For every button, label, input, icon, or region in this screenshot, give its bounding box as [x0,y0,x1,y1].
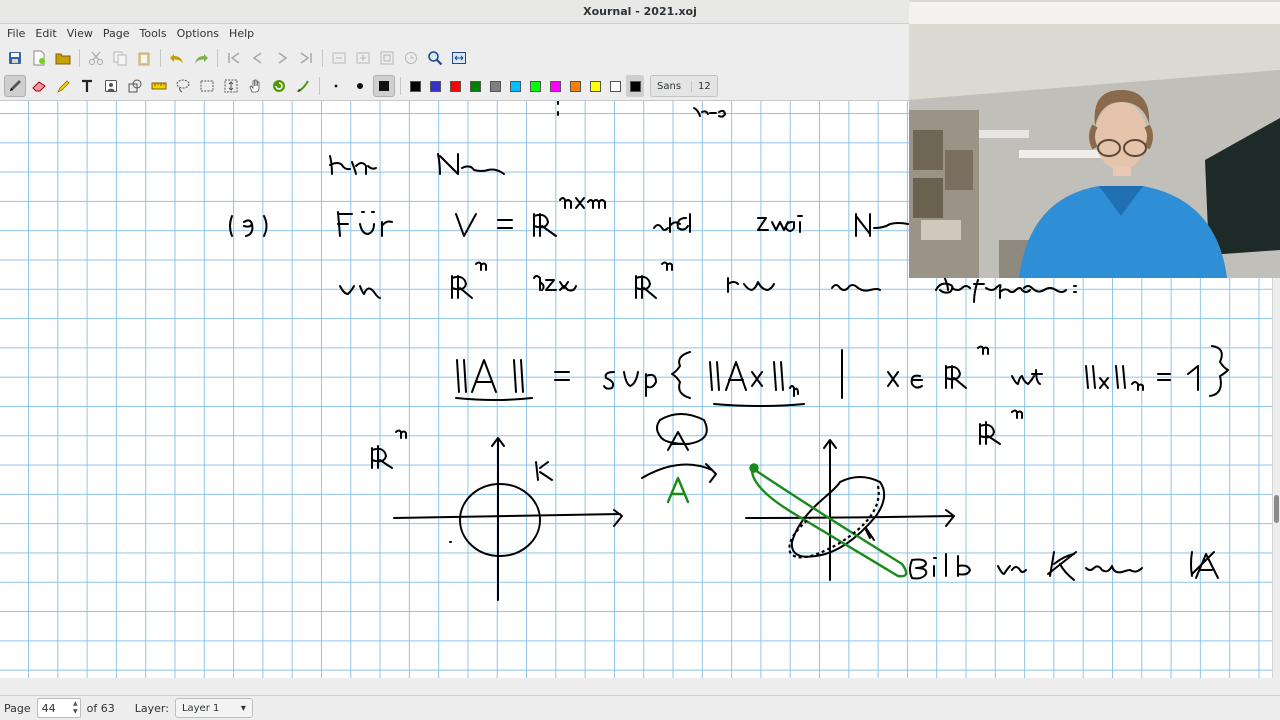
thin-pen-size-icon[interactable] [325,75,347,97]
vertical-space-icon[interactable] [220,75,242,97]
color-magenta[interactable] [546,75,564,97]
zoom-page-icon[interactable] [376,47,398,69]
menu-help[interactable]: Help [224,24,259,44]
color-black[interactable] [406,75,424,97]
toolbar-separator [217,49,218,67]
recognizer-icon[interactable] [268,75,290,97]
color-orange[interactable] [566,75,584,97]
fullscreen-icon[interactable] [448,47,470,69]
last-page-icon[interactable] [295,47,317,69]
thick-pen-size-icon[interactable] [373,75,395,97]
color-blue[interactable] [426,75,444,97]
page-label: Page [4,701,31,715]
status-bar: Page 44 ▲ ▼ of 63 Layer: Layer 1 ▾ [0,695,1280,720]
color-swatch [529,80,541,92]
color-swatch [629,80,641,92]
page-number-input[interactable]: 44 ▲ ▼ [36,698,81,718]
first-page-icon[interactable] [223,47,245,69]
color-swatch [409,80,421,92]
color-swatch [429,80,441,92]
image-icon[interactable] [100,75,122,97]
highlighter-icon[interactable] [52,75,74,97]
spin-down-icon[interactable]: ▼ [73,708,78,716]
menu-options[interactable]: Options [172,24,224,44]
menu-page[interactable]: Page [98,24,135,44]
layer-label: Layer: [134,701,169,715]
color-swatch [469,80,481,92]
layer-value: Layer 1 [181,702,220,714]
toolbar-separator [319,77,320,95]
lasso-select-icon[interactable] [172,75,194,97]
open-icon[interactable] [52,47,74,69]
save-icon[interactable] [4,47,26,69]
toolbar-separator [322,49,323,67]
toolbar-separator [400,77,401,95]
color-yellow[interactable] [586,75,604,97]
paste-icon[interactable] [133,47,155,69]
toolbar-separator [160,49,161,67]
medium-pen-size-icon[interactable] [349,75,371,97]
spin-up-icon[interactable]: ▲ [73,700,78,708]
zoom-in-icon[interactable] [352,47,374,69]
new-page-icon[interactable] [28,47,50,69]
color-red[interactable] [446,75,464,97]
toolbar-separator [79,49,80,67]
font-name: Sans [657,80,682,92]
scrollbar-thumb[interactable] [1274,495,1279,523]
color-white[interactable] [606,75,624,97]
eraser-icon[interactable] [28,75,50,97]
rect-select-icon[interactable] [196,75,218,97]
copy-icon[interactable] [109,47,131,69]
menu-edit[interactable]: Edit [30,24,61,44]
menu-tools[interactable]: Tools [134,24,171,44]
pen-icon[interactable] [4,75,26,97]
text-icon[interactable] [76,75,98,97]
font-size: 12 [691,80,711,92]
color-light-green[interactable] [526,75,544,97]
color-green[interactable] [466,75,484,97]
menu-file[interactable]: File [2,24,30,44]
color-current[interactable] [626,75,644,97]
zoom-normal-icon[interactable] [400,47,422,69]
color-swatch [609,80,621,92]
menu-view[interactable]: View [62,24,98,44]
zoom-out-icon[interactable] [328,47,350,69]
layer-select[interactable]: Layer 1 ▾ [174,698,253,718]
next-page-icon[interactable] [271,47,293,69]
shape-icon[interactable] [124,75,146,97]
color-swatch [589,80,601,92]
color-gray[interactable] [486,75,504,97]
default-pen-icon[interactable] [292,75,314,97]
previous-page-icon[interactable] [247,47,269,69]
color-swatch [449,80,461,92]
font-button[interactable]: Sans 12 [650,75,718,97]
page-total: of 63 [86,701,115,715]
webcam-picture [909,0,1280,278]
redo-icon[interactable] [190,47,212,69]
webcam-overlay [909,0,1280,278]
dropdown-arrow-icon: ▾ [240,702,246,714]
color-light-blue[interactable] [506,75,524,97]
hand-icon[interactable] [244,75,266,97]
ruler-icon[interactable] [148,75,170,97]
page-number-value: 44 [41,701,56,715]
cut-icon[interactable] [85,47,107,69]
color-swatch [509,80,521,92]
undo-icon[interactable] [166,47,188,69]
color-swatch [569,80,581,92]
zoom-fit-icon[interactable] [424,47,446,69]
color-swatch [549,80,561,92]
page-spin-arrows[interactable]: ▲ ▼ [73,700,80,716]
color-swatch [489,80,501,92]
